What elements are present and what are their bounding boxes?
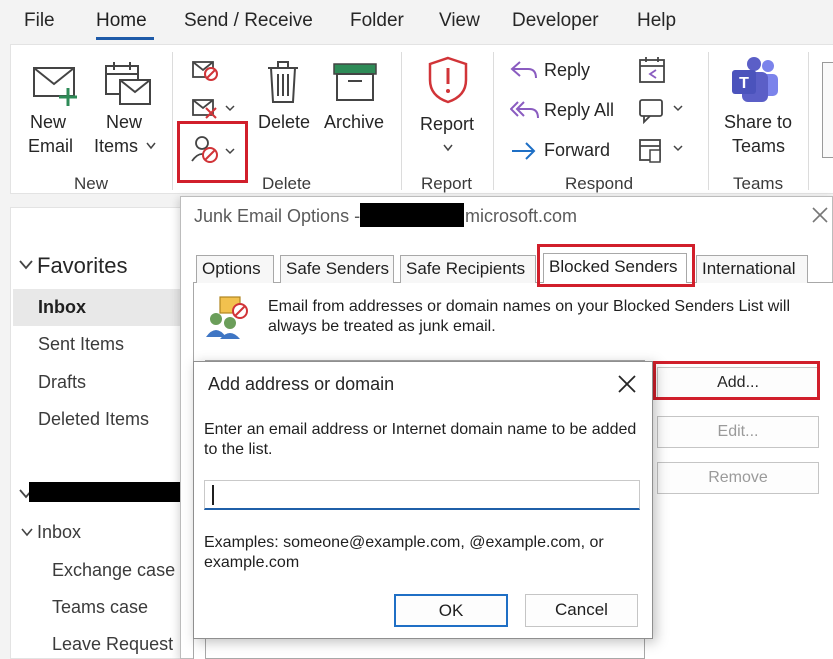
address-input[interactable]: [204, 480, 640, 510]
group-label-teams: Teams: [733, 174, 784, 193]
redacted-email-address: [360, 203, 464, 227]
archive-icon: [333, 63, 377, 101]
favorites-header[interactable]: Favorites: [37, 253, 127, 279]
reply-button[interactable]: Reply: [510, 58, 610, 84]
junk-title-prefix: Junk Email Options -: [194, 206, 361, 226]
add-dialog-examples: Examples: someone@example.com, @example.…: [204, 534, 604, 571]
group-label-new: New: [74, 174, 109, 193]
share-to-teams-label-1: Share to: [724, 112, 793, 132]
text-caret: [212, 485, 214, 505]
tab-international[interactable]: International: [696, 255, 808, 283]
menu-send-receive[interactable]: Send / Receive: [184, 10, 313, 32]
reply-icon: [510, 61, 537, 79]
archive-label: Archive: [324, 112, 385, 132]
delete-button[interactable]: Delete: [252, 58, 314, 168]
forward-button[interactable]: Forward: [510, 138, 620, 164]
menu-help[interactable]: Help: [637, 10, 676, 32]
new-email-label-1: New: [30, 112, 67, 132]
add-dialog-prompt: Enter an email address or Internet domai…: [204, 421, 637, 458]
forward-icon: [512, 142, 536, 160]
chevron-down-icon: [443, 144, 453, 152]
blocked-senders-highlight: [537, 244, 695, 287]
new-email-label-2: Email: [28, 136, 74, 156]
favorite-sent-items[interactable]: Sent Items: [38, 334, 124, 355]
ribbon-separator: [493, 52, 494, 190]
ribbon-overflow[interactable]: [822, 62, 833, 158]
ribbon-separator: [172, 52, 173, 190]
favorite-deleted-items[interactable]: Deleted Items: [38, 409, 149, 430]
new-email-icon: [33, 67, 77, 106]
chevron-down-icon[interactable]: [20, 527, 34, 537]
tab-options[interactable]: Options: [196, 255, 274, 283]
ribbon-separator: [708, 52, 709, 190]
archive-button[interactable]: Archive: [322, 58, 390, 168]
more-respond-icon[interactable]: [638, 136, 686, 164]
account-inbox[interactable]: Inbox: [37, 522, 81, 543]
junk-block-sender-icon[interactable]: [190, 133, 240, 169]
svg-text:T: T: [739, 75, 749, 92]
close-icon[interactable]: [614, 371, 640, 397]
reply-label: Reply: [544, 60, 591, 80]
new-items-label-2: Items: [94, 136, 139, 156]
group-label-report: Report: [421, 174, 473, 193]
add-dialog-title: Add address or domain: [208, 374, 395, 394]
meeting-reply-icon[interactable]: [638, 56, 668, 84]
junk-dialog-title: Junk Email Options -: [194, 206, 360, 227]
cancel-button[interactable]: Cancel: [525, 594, 638, 627]
report-label: Report: [420, 114, 475, 134]
im-reply-icon[interactable]: [638, 96, 686, 124]
tab-safe-senders[interactable]: Safe Senders: [280, 255, 394, 283]
new-items-label-1: New: [106, 112, 143, 132]
chevron-down-icon[interactable]: [18, 259, 34, 271]
new-email-button[interactable]: New Email: [22, 58, 88, 168]
forward-label: Forward: [544, 140, 611, 160]
ribbon-separator: [808, 52, 809, 190]
junk-title-suffix: microsoft.com: [465, 206, 578, 226]
blocked-senders-icon: [206, 296, 248, 339]
report-button[interactable]: Report: [412, 56, 482, 168]
add-button-highlight: [653, 361, 820, 400]
chevron-down-icon: [146, 142, 156, 150]
menu-home[interactable]: Home: [96, 10, 147, 32]
favorite-drafts[interactable]: Drafts: [38, 372, 86, 393]
group-label-respond: Respond: [565, 174, 634, 193]
menu-view[interactable]: View: [439, 10, 480, 32]
report-shield-icon: [428, 56, 468, 104]
blocked-senders-info: Email from addresses or domain names on …: [268, 298, 791, 335]
subfolder-exchange-case[interactable]: Exchange case: [52, 560, 175, 581]
new-items-icon: [105, 62, 151, 105]
ok-button[interactable]: OK: [394, 594, 508, 627]
ribbon-separator: [401, 52, 402, 190]
share-to-teams-label-2: Teams: [732, 136, 786, 156]
trash-icon: [268, 61, 298, 103]
favorite-inbox[interactable]: Inbox: [38, 297, 86, 318]
subfolder-leave-request[interactable]: Leave Request: [52, 634, 173, 655]
redacted-account-name: [29, 482, 191, 502]
delete-label: Delete: [258, 112, 311, 132]
active-tab-indicator: [96, 37, 154, 40]
reply-all-icon: [510, 101, 539, 119]
group-label-delete: Delete: [262, 174, 312, 193]
reply-all-label: Reply All: [544, 100, 615, 120]
menu-developer[interactable]: Developer: [512, 10, 599, 32]
reply-all-button[interactable]: Reply All: [510, 98, 620, 124]
subfolder-teams-case[interactable]: Teams case: [52, 597, 148, 618]
clean-up-icon[interactable]: [191, 96, 237, 122]
menu-bar: File Home Send / Receive Folder View Dev…: [0, 0, 833, 44]
menu-folder[interactable]: Folder: [350, 10, 404, 32]
teams-icon: T: [732, 57, 778, 102]
new-items-button[interactable]: New Items: [92, 58, 162, 168]
tab-safe-recipients[interactable]: Safe Recipients: [400, 255, 536, 283]
close-icon[interactable]: [810, 205, 830, 225]
share-to-teams-button[interactable]: T Share to Teams: [718, 56, 798, 168]
remove-button[interactable]: Remove: [657, 462, 819, 494]
ignore-icon[interactable]: [191, 58, 221, 84]
edit-button[interactable]: Edit...: [657, 416, 819, 448]
menu-file[interactable]: File: [24, 10, 55, 32]
